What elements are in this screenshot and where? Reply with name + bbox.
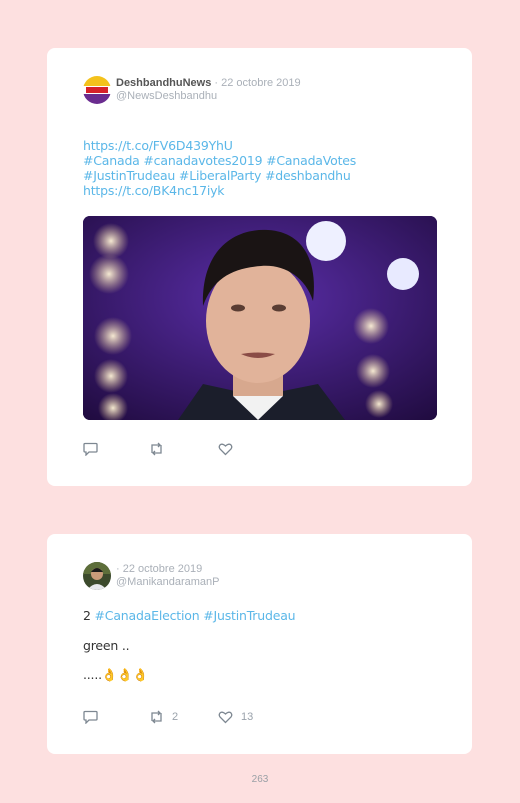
tweet-hashtags[interactable]: #CanadaElection #JustinTrudeau <box>95 608 296 623</box>
author-handle[interactable]: @NewsDeshbandhu <box>116 90 301 103</box>
like-button[interactable] <box>218 442 233 456</box>
tweet-number: 2 <box>83 608 95 623</box>
reply-icon <box>83 710 98 724</box>
like-icon <box>218 443 233 456</box>
page-number: 263 <box>251 774 269 785</box>
like-count: 13 <box>241 711 254 723</box>
reply-button[interactable] <box>83 442 98 456</box>
retweet-button[interactable]: 2 <box>149 710 178 724</box>
tweet-text-line: green .. <box>83 638 130 653</box>
reply-icon <box>83 442 98 456</box>
author-handle[interactable]: @ManikandaramanP <box>116 576 220 589</box>
tweet-hashtags[interactable]: #Canada #canadavotes2019 #CanadaVotes <box>83 153 356 168</box>
tweet-link[interactable]: https://t.co/BK4nc17iyk <box>83 183 356 198</box>
retweet-icon <box>151 442 162 456</box>
avatar[interactable] <box>83 562 111 590</box>
retweet-icon <box>151 710 162 724</box>
tweet-card-1: DeshbandhuNews · 22 octobre 2019 @NewsDe… <box>47 48 472 486</box>
avatar[interactable] <box>83 76 111 104</box>
tweet-text: https://t.co/FV6D439YhU #Canada #canadav… <box>83 138 356 198</box>
tweet-text-line: 2 #CanadaElection #JustinTrudeau <box>83 608 296 623</box>
tweet-date[interactable]: · 22 octobre 2019 <box>116 563 202 575</box>
retweet-count: 2 <box>172 711 179 723</box>
author-name[interactable]: DeshbandhuNews <box>116 77 211 89</box>
tweet-link[interactable]: https://t.co/FV6D439YhU <box>83 138 356 153</box>
tweet-card-2: · 22 octobre 2019 @ManikandaramanP 2 #Ca… <box>47 534 472 754</box>
tweet-hashtags[interactable]: #JustinTrudeau #LiberalParty #deshbandhu <box>83 168 356 183</box>
reply-button[interactable] <box>83 710 98 724</box>
tweet-date[interactable]: · 22 octobre 2019 <box>211 77 300 89</box>
tweet-header: DeshbandhuNews · 22 octobre 2019 @NewsDe… <box>116 77 301 103</box>
tweet-photo[interactable] <box>83 216 437 420</box>
retweet-button[interactable] <box>149 442 164 456</box>
like-button[interactable]: 13 <box>218 710 253 724</box>
tweet-text-line: .....👌👌👌 <box>83 667 148 682</box>
tweet-header: · 22 octobre 2019 @ManikandaramanP <box>116 563 220 589</box>
like-icon <box>218 711 233 724</box>
